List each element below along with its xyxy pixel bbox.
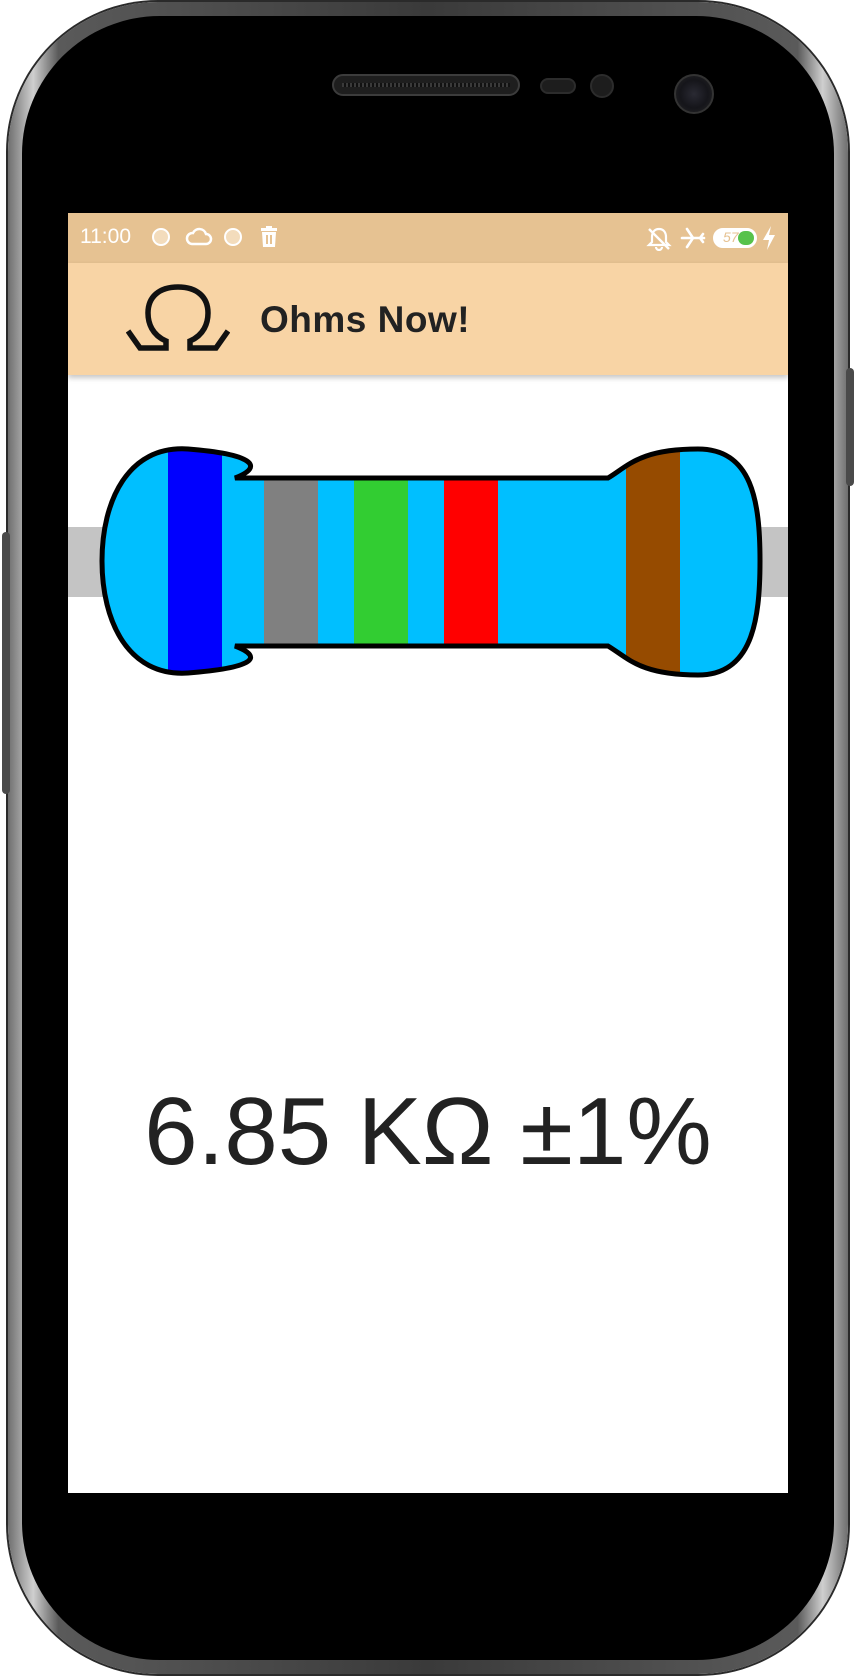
battery-level: 57 — [723, 229, 739, 245]
light-sensor — [590, 74, 614, 98]
trash-icon — [261, 226, 277, 247]
status-time: 11:00 — [80, 225, 131, 248]
resistance-value: 6.85 KΩ ±1% — [144, 1078, 712, 1185]
proximity-sensor — [540, 78, 576, 94]
resistor-tolerance-band[interactable] — [626, 439, 680, 685]
battery-icon: 57 — [713, 228, 757, 248]
app-title: Ohms Now! — [260, 299, 471, 340]
volume-button — [2, 532, 10, 794]
mute-notifications-icon — [646, 227, 672, 251]
cloud-icon — [185, 227, 213, 246]
notification-dot-icon — [224, 228, 242, 246]
power-button — [846, 368, 854, 486]
resistor-graphic[interactable] — [68, 439, 788, 685]
airplane-mode-icon — [680, 227, 706, 249]
status-bar: 11:00 57 — [68, 213, 788, 263]
screen: 11:00 57 Ohms Now! 6.85 KΩ ±1% — [68, 213, 788, 1493]
earpiece-speaker — [332, 74, 520, 96]
charging-bolt-icon — [763, 226, 775, 250]
app-bar: Ohms Now! — [68, 263, 788, 375]
resistor-band-1[interactable] — [168, 439, 222, 685]
notification-dot-icon — [152, 228, 170, 246]
front-camera — [674, 74, 714, 114]
omega-icon — [126, 284, 230, 351]
